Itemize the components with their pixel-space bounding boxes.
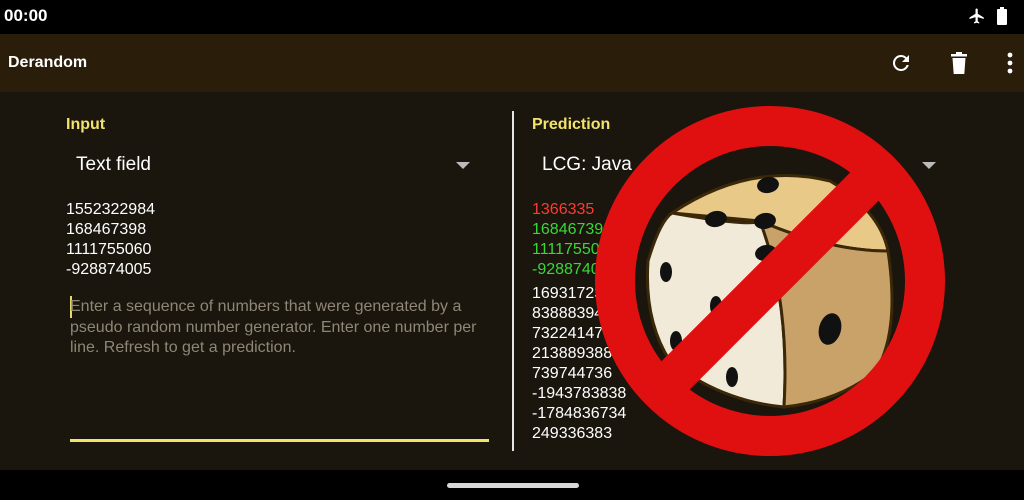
delete-icon[interactable] [946,50,972,76]
status-bar: 00:00 [0,0,1024,34]
gesture-handle[interactable] [447,483,579,488]
input-placeholder: Enter a sequence of numbers that were ge… [70,298,477,356]
app-title: Derandom [8,54,88,71]
list-item: 1111755060 [66,241,152,258]
prediction-partial-number: - [532,186,537,190]
input-underline [70,439,489,442]
list-item: 1552322984 [66,201,155,218]
input-mode-value: Text field [76,154,151,175]
column-divider [512,111,514,451]
airplane-icon [968,7,986,30]
input-partial-clip: 1112437459 [66,186,486,192]
input-partial-number: 1112437459 [66,186,153,190]
input-number-list: 1552322984 168467398 1111755060 -9288740… [66,200,155,280]
list-item: -928874005 [66,261,152,278]
overflow-menu-icon[interactable] [997,50,1023,76]
no-dice-logo [580,101,960,466]
refresh-icon[interactable] [888,50,914,76]
navigation-bar [0,470,1024,500]
input-label: Input [66,116,106,133]
status-time: 00:00 [4,6,48,25]
app-bar: Derandom [0,34,1024,92]
list-item: 168467398 [66,221,147,238]
chevron-down-icon [456,162,470,169]
battery-icon [996,7,1008,30]
